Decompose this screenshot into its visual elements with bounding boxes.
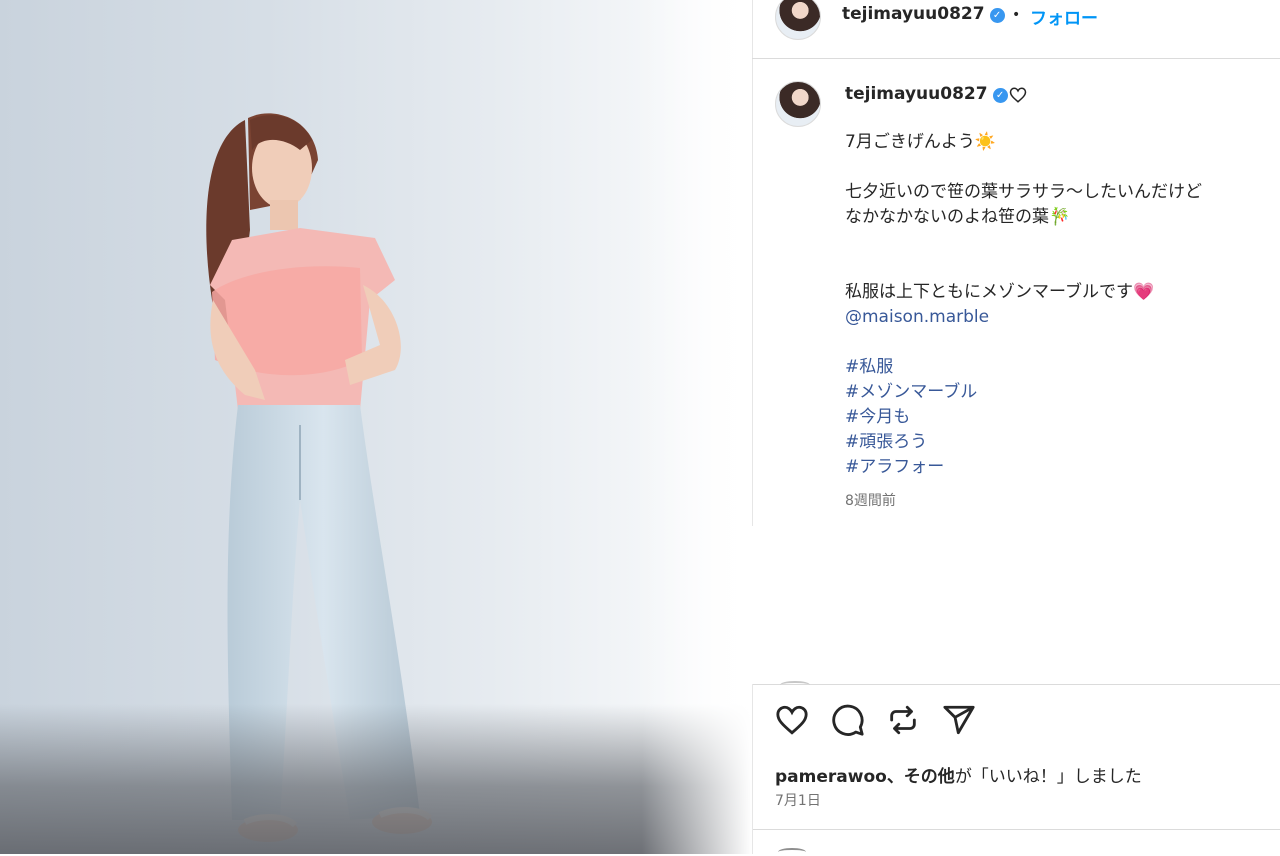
header-divider [752,58,1280,59]
caption-line [845,255,1265,280]
post-photo[interactable] [0,0,752,854]
header-username-text[interactable]: tejimayuu0827 [842,4,985,24]
post-time-ago[interactable]: 8週間前 [845,490,896,510]
caption-line: 私服は上下ともにメゾンマーブルです💗 [845,282,1155,302]
avatar[interactable] [775,0,821,40]
caption-username[interactable]: tejimayuu0827 ✓ [845,84,1008,104]
comment-avatar-stub [780,681,810,689]
caption-username-text[interactable]: tejimayuu0827 [845,84,988,104]
repost-icon[interactable] [886,703,920,737]
floor-shadow [0,704,752,854]
hashtag-link[interactable]: #アラフォー [845,455,1265,480]
panel-border-bottom [752,684,753,854]
caption-body: 7月ごきげんよう☀️ 七夕近いので笹の葉サラサラ〜したいんだけど なかなかないの… [845,130,1265,480]
hashtag-link[interactable]: #メゾンマーブル [845,380,1265,405]
caption-line [845,155,1265,180]
caption-line [845,230,1265,255]
post-date[interactable]: 7月1日 [775,790,821,810]
hashtag-link[interactable]: #私服 [845,355,1265,380]
verified-badge-icon: ✓ [992,88,1008,103]
mention-link[interactable]: @maison.marble [845,305,1265,330]
likes-suffix: が「いいね！」しました [954,767,1142,787]
photo-edge-fade [642,0,752,854]
separator-dot: • [1012,7,1021,23]
caption-avatar[interactable] [775,81,821,127]
hashtag-link[interactable]: #今月も [845,405,1265,430]
footer-divider [752,829,1280,830]
comment-input-stub [778,848,806,856]
likes-user[interactable]: pamerawoo [775,767,887,787]
actions-divider [752,684,1280,685]
header-username[interactable]: tejimayuu0827 ✓ [842,4,1005,24]
share-icon[interactable] [942,703,976,737]
caption-line: なかなかないのよね笹の葉🎋 [845,207,1071,227]
comment-icon[interactable] [831,703,865,737]
hashtag-link[interactable]: #頑張ろう [845,430,1265,455]
heart-icon[interactable] [1009,86,1027,104]
caption-line: 7月ごきげんよう☀️ [845,132,996,152]
panel-border [752,0,753,526]
caption-line: 七夕近いので笹の葉サラサラ〜したいんだけど [845,182,1202,202]
follow-button[interactable]: フォロー [1030,4,1098,29]
verified-badge-icon: ✓ [989,8,1005,23]
likes-summary[interactable]: pamerawoo、その他が「いいね！」しました [775,762,1142,787]
likes-others[interactable]: 、その他 [887,767,955,787]
heart-icon[interactable] [775,703,809,737]
